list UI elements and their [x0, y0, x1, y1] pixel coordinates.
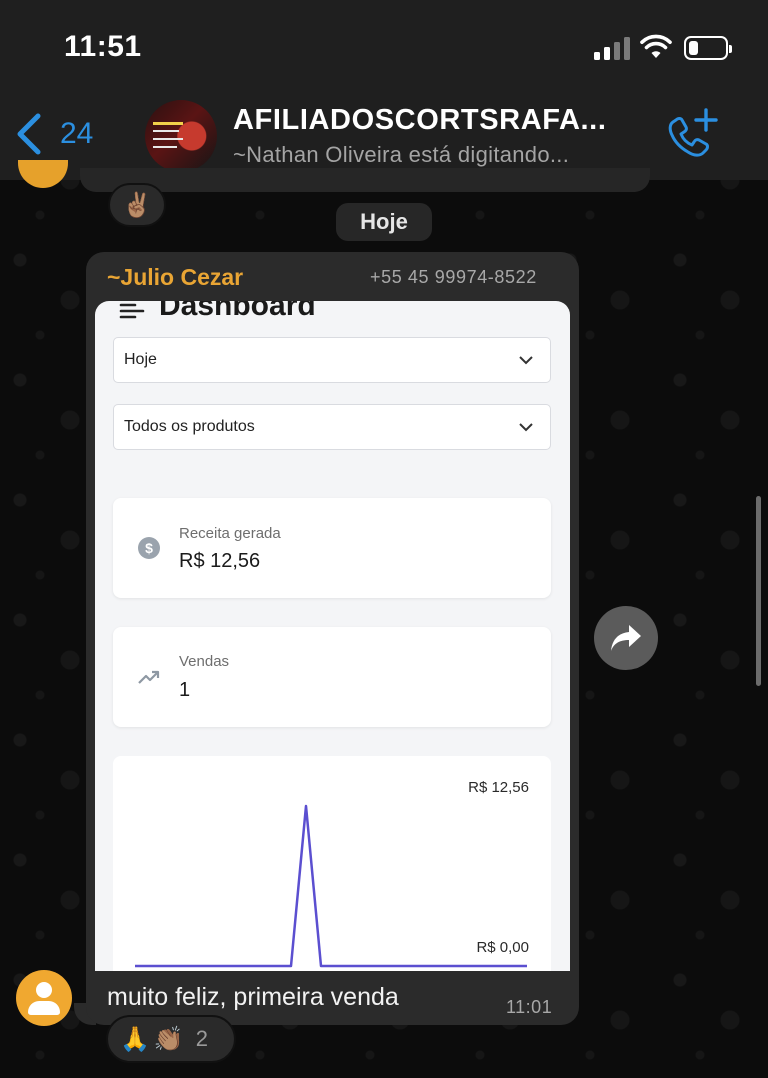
previous-message-bubble	[80, 168, 650, 192]
chevron-down-icon	[519, 356, 533, 365]
product-select-value: Todos os produtos	[124, 418, 255, 435]
chat-header: 11:51 24 AFILIADOSCORTSRAFA... ~Nathan O…	[0, 0, 768, 180]
shared-screenshot[interactable]: Dashboard Hoje Todos os produtos $ Recei…	[95, 301, 570, 971]
status-time: 11:51	[64, 30, 142, 63]
chevron-left-icon	[17, 113, 41, 155]
product-select[interactable]: Todos os produtos	[113, 404, 551, 450]
previous-message-reaction[interactable]: ✌🏽	[108, 183, 166, 227]
scroll-indicator[interactable]	[756, 496, 761, 686]
sales-chart-card: R$ 12,56 R$ 0,00	[113, 756, 551, 971]
revenue-label: Receita gerada	[179, 525, 281, 542]
sales-label: Vendas	[179, 653, 230, 670]
sales-chart	[135, 804, 527, 968]
sender-avatar[interactable]	[16, 970, 72, 1026]
add-call-icon[interactable]	[664, 108, 720, 160]
menu-icon	[119, 303, 145, 319]
group-avatar[interactable]	[145, 100, 217, 172]
dollar-icon: $	[138, 537, 160, 559]
svg-text:$: $	[145, 540, 153, 556]
message-caption: muito feliz, primeira venda	[107, 983, 399, 1011]
sender-name[interactable]: ~Julio Cezar	[107, 264, 243, 291]
period-select[interactable]: Hoje	[113, 337, 551, 383]
clap-emoji: 👏🏽	[153, 1025, 184, 1053]
period-select-value: Hoje	[124, 351, 157, 368]
sales-line	[135, 804, 527, 968]
pray-emoji: 🙏	[120, 1025, 150, 1053]
trending-up-icon	[138, 670, 160, 684]
unread-count: 24	[60, 117, 94, 150]
cellular-signal-icon	[594, 36, 630, 60]
dashboard-title: Dashboard	[159, 301, 316, 322]
revenue-value: R$ 12,56	[179, 550, 261, 572]
group-name[interactable]: AFILIADOSCORTSRAFA...	[233, 104, 653, 137]
message-reactions[interactable]: 🙏 👏🏽 2	[106, 1015, 236, 1063]
sales-card: Vendas 1	[113, 627, 551, 727]
sales-value: 1	[179, 679, 191, 701]
wifi-icon	[640, 34, 672, 58]
date-separator: Hoje	[336, 203, 432, 241]
chevron-down-icon	[519, 423, 533, 432]
revenue-card: $ Receita gerada R$ 12,56	[113, 498, 551, 598]
typing-status: ~Nathan Oliveira está digitando...	[233, 142, 570, 167]
back-button[interactable]: 24	[14, 112, 93, 156]
reaction-count: 2	[195, 1026, 209, 1051]
sender-phone: +55 45 99974-8522	[370, 267, 537, 287]
forward-icon	[611, 625, 641, 651]
battery-icon	[684, 36, 732, 60]
forward-button[interactable]	[594, 606, 658, 670]
message-time: 11:01	[506, 997, 553, 1017]
